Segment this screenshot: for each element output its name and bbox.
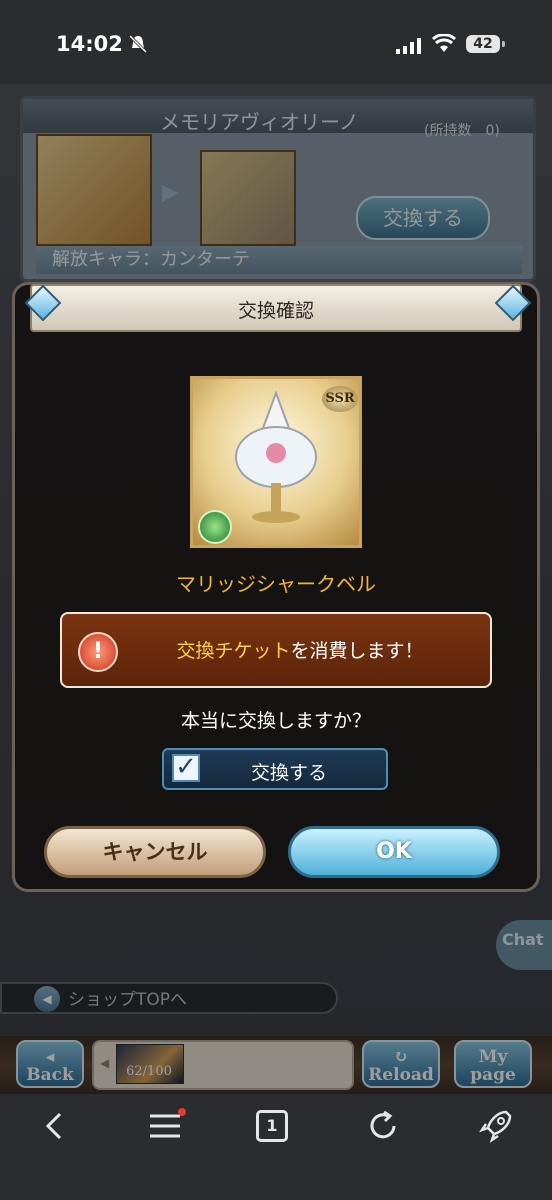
bell-slash-icon: [128, 34, 148, 54]
ok-button[interactable]: OK: [288, 826, 500, 878]
clock: 14:02: [56, 32, 123, 56]
refresh-icon[interactable]: [364, 1108, 404, 1144]
back-icon[interactable]: [36, 1108, 76, 1144]
warning-text: 交換チケットを消費します！: [120, 636, 480, 663]
battery-icon: 42: [466, 35, 505, 53]
warning-highlight: 交換チケット: [176, 640, 291, 662]
checkbox-label[interactable]: 交換する: [214, 758, 364, 785]
item-name: マリッジシャークベル: [176, 572, 376, 596]
warning-rest: を消費します！: [290, 640, 424, 662]
ssr-badge: SSR: [322, 386, 358, 412]
rocket-icon[interactable]: [476, 1108, 516, 1144]
wind-element-icon: [198, 510, 232, 544]
wifi-icon: [432, 34, 456, 52]
dialog-title: 交換確認: [237, 300, 314, 322]
tabs-icon[interactable]: 1: [256, 1110, 288, 1142]
confirm-question: 本当に交換しますか？: [180, 710, 371, 732]
check-icon[interactable]: ✓: [172, 754, 200, 782]
cancel-button[interactable]: キャンセル: [44, 826, 266, 878]
signal-icon: [396, 38, 421, 54]
menu-icon[interactable]: [146, 1108, 186, 1144]
warning-icon: !: [78, 632, 118, 672]
